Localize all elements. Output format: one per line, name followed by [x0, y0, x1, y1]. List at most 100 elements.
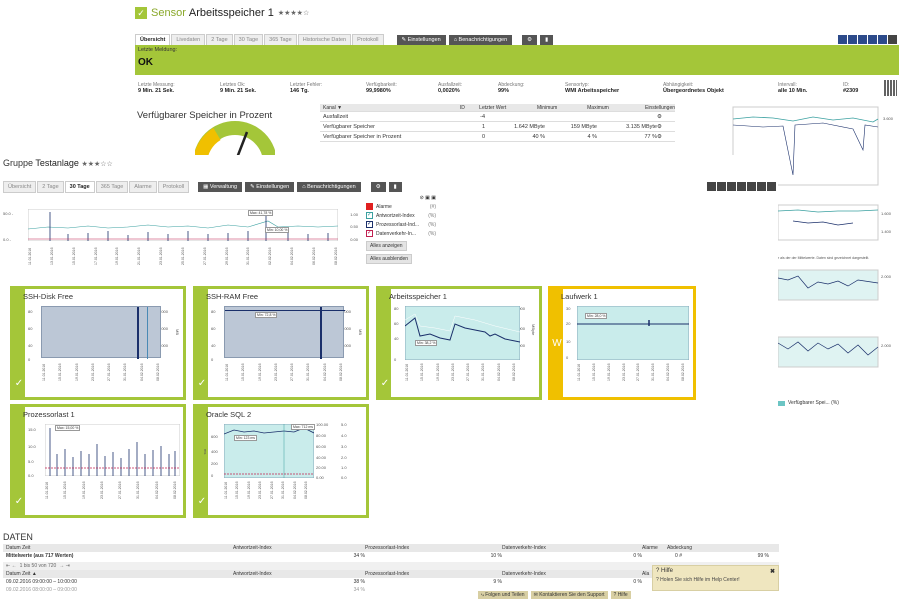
toolbar-icon-2[interactable]: [848, 35, 857, 44]
sensor-gear-icon[interactable]: ⚙: [522, 35, 538, 45]
status-warning-icon: W: [551, 289, 563, 397]
group-toolbar-icon-6[interactable]: [757, 182, 766, 191]
col-id[interactable]: ID: [460, 105, 479, 111]
show-all-button[interactable]: Alles anzeigen: [366, 241, 407, 251]
col-min[interactable]: Minimum: [537, 105, 587, 111]
tab-2-days[interactable]: 2 Tage: [37, 181, 64, 193]
toolbar-icon-6[interactable]: [888, 35, 897, 44]
col-date[interactable]: Datum Zeit ▲: [3, 571, 233, 577]
x-tick: 29.01.2016: [224, 247, 229, 265]
col-coverage[interactable]: Abdeckung: [667, 545, 692, 551]
col-traffic[interactable]: Datenverkehr-Index: [502, 571, 642, 577]
favorite-stars[interactable]: ★★★★☆: [278, 9, 309, 17]
help-panel-text[interactable]: ? Holen Sie sich Hilfe im Help Center!: [653, 577, 778, 583]
col-response[interactable]: Antwortzeit-Index: [233, 571, 365, 577]
channel-row[interactable]: Verfügbarer Speicher 1 1.642 MByte 159 M…: [320, 122, 675, 132]
channel-name: Verfügbarer Speicher: [323, 123, 375, 130]
channel-gear-icon[interactable]: ⚙: [657, 114, 662, 120]
close-icon[interactable]: ✖: [770, 568, 775, 575]
channel-max: 3.135 MByte: [626, 123, 657, 130]
col-cpu[interactable]: Prozessorlast-Index: [365, 545, 502, 551]
tab-30-days[interactable]: 30 Tage: [64, 181, 95, 193]
group-toolbar-icon-3[interactable]: [727, 182, 736, 191]
col-alarms[interactable]: Ala: [642, 571, 649, 577]
legend-checkbox[interactable]: ✓: [366, 221, 373, 228]
tile-y-label: 20: [566, 321, 571, 326]
tile-laufwerk[interactable]: W Laufwerk 1 30 20 10 0 Min: 28,0 % 11.0…: [548, 286, 696, 400]
col-last[interactable]: Letzter Wert: [479, 105, 537, 111]
legend-item-cpu[interactable]: ✓ Prozessorlast-Ind... (%): [366, 221, 436, 228]
group-toolbar-icon-1[interactable]: [707, 182, 716, 191]
support-button[interactable]: ✉ Kontaktieren Sie den Support: [530, 591, 608, 599]
group-toolbar-icon-7[interactable]: [767, 182, 776, 191]
group-settings-label: Einstellungen: [256, 184, 290, 190]
help-panel-link[interactable]: Holen Sie sich Hilfe im Help Center!: [660, 577, 739, 583]
tab-365-days[interactable]: 365 Tage: [95, 181, 129, 193]
tile-title: SSH-RAM Free: [206, 292, 259, 301]
chart-legend: ⊘ ▣ ▣ Alarme (#) ✓ Antwortzeit-Index (%) …: [366, 195, 436, 264]
tile-ssh-ram[interactable]: ✓ SSH-RAM Free 80 60 40 0 15.000 10.000 …: [193, 286, 369, 400]
group-notifications-button[interactable]: ⌂ Benachrichtigungen: [297, 182, 361, 192]
hide-all-button[interactable]: Alles ausblenden: [366, 254, 413, 264]
col-response[interactable]: Antwortzeit-Index: [233, 545, 365, 551]
legend-checkbox[interactable]: ✓: [366, 230, 373, 237]
tile-ssh-disk[interactable]: ✓ SSH-Disk Free 80 60 40 0 15.000 10.000…: [10, 286, 186, 400]
x-tick: 25.01.2016: [180, 247, 185, 265]
toolbar-icon-5[interactable]: [878, 35, 887, 44]
toolbar-icon-3[interactable]: [858, 35, 867, 44]
group-tabs: Übersicht 2 Tage 30 Tage 365 Tage Alarme…: [3, 181, 402, 193]
tile-oracle-sql[interactable]: ✓ Oracle SQL 2 600 400 200 0 100.00 80.0…: [193, 404, 369, 518]
channel-row[interactable]: Ausfallzeit -4 ⚙: [320, 112, 675, 122]
overview-y-label: 0.0 -: [3, 237, 12, 242]
pager-next-icon[interactable]: → ⇥: [59, 563, 70, 569]
follow-button[interactable]: ⤷ Folgen und Teilen: [478, 591, 528, 599]
group-window: Gruppe Testanlage ★★★☆☆ Übersicht 2 Tage…: [0, 155, 778, 518]
tile-prozessorlast[interactable]: ✓ Prozessorlast 1 15.0 10.0 5.0 0.0 Max:…: [10, 404, 186, 518]
channel-row[interactable]: Verfügbarer Speicher in Prozent 0 40 % 4…: [320, 132, 675, 142]
admin-button[interactable]: ▦ Verwaltung: [198, 182, 243, 192]
sensor-settings-button[interactable]: ✎ Einstellungen: [396, 35, 446, 45]
group-toolbar-icon-2[interactable]: [717, 182, 726, 191]
col-channel[interactable]: Kanal ▼: [320, 105, 460, 111]
legend-tools[interactable]: ⊘ ▣ ▣: [366, 195, 436, 201]
toolbar-icon-1[interactable]: [838, 35, 847, 44]
legend-item-alarms[interactable]: Alarme (#): [366, 203, 436, 210]
stat-value: #2309: [843, 88, 859, 94]
group-gear-icon[interactable]: ⚙: [370, 182, 386, 192]
channel-last: 1.642 MByte: [514, 123, 545, 130]
x-tick: 17.01.2016: [93, 247, 98, 265]
group-settings-button[interactable]: ✎ Einstellungen: [245, 182, 295, 192]
legend-checkbox[interactable]: ✓: [366, 212, 373, 219]
legend-unit: (%): [428, 221, 436, 228]
tile-arbeitsspeicher[interactable]: ✓ Arbeitsspeicher 1 80 60 40 0 3.000 2.0…: [376, 286, 542, 400]
legend-item-response[interactable]: ✓ Antwortzeit-Index (%): [366, 212, 436, 219]
tile-plot: [224, 424, 314, 478]
group-delete-icon[interactable]: ▮: [388, 182, 402, 192]
tile-x-axis: 11.01.2016 15.01.2016 19.01.2016 23.01.2016…: [224, 481, 308, 499]
tile-y-label: 0.0: [341, 475, 347, 480]
group-toolbar-icon-4[interactable]: [737, 182, 746, 191]
group-toolbar-icon-5[interactable]: [747, 182, 756, 191]
pager-prev-icon[interactable]: ⇤ ←: [6, 563, 17, 569]
col-cpu[interactable]: Prozessorlast-Index: [365, 571, 502, 577]
toolbar-icon-4[interactable]: [868, 35, 877, 44]
tab-overview[interactable]: Übersicht: [3, 181, 37, 193]
channel-gear-icon[interactable]: ⚙: [657, 134, 662, 140]
legend-item-traffic[interactable]: ✓ Datenverkehr-In... (%): [366, 230, 436, 237]
tab-alarms[interactable]: Alarme: [129, 181, 157, 193]
col-traffic[interactable]: Datenverkehr-Index: [502, 545, 642, 551]
group-stars[interactable]: ★★★☆☆: [81, 161, 112, 168]
col-alarms[interactable]: Alarme: [642, 545, 667, 551]
help-button[interactable]: ? Hilfe: [610, 591, 631, 599]
tile-y-label: 40: [394, 336, 399, 341]
col-max[interactable]: Maximum: [587, 105, 645, 111]
row-date: 09.02.2016 09:00:00 – 10:00:00: [6, 579, 77, 585]
channel-gear-icon[interactable]: ⚙: [657, 124, 662, 130]
tile-y-label: 10.0: [28, 444, 36, 449]
support-label: Kontaktieren Sie den Support: [539, 592, 605, 598]
sensor-delete-icon[interactable]: ▮: [540, 35, 554, 45]
tab-log[interactable]: Protokoll: [157, 181, 190, 193]
sensor-notifications-button[interactable]: ⌂ Benachrichtigungen: [448, 35, 513, 45]
col-date[interactable]: Datum Zeit: [3, 545, 233, 551]
tile-title: Oracle SQL 2: [206, 410, 252, 419]
